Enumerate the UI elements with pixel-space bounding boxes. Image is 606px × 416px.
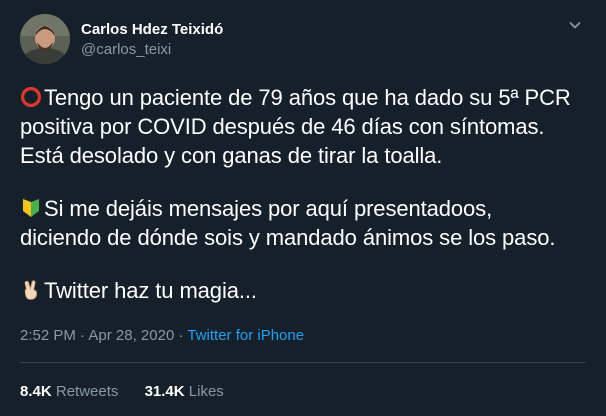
avatar[interactable] (20, 14, 70, 64)
tweet-line-text: Twitter haz tu magia... (44, 278, 257, 303)
red-circle-icon (21, 87, 41, 107)
retweets-stat[interactable]: 8.4K Retweets (20, 382, 118, 401)
user-handle[interactable]: @carlos_teixi (81, 40, 223, 59)
likes-count: 31.4K (144, 383, 185, 400)
tweet-card: Carlos Hdez Teixidó @carlos_teixi Tengo … (0, 0, 606, 416)
tweet-source-link[interactable]: Twitter for iPhone (187, 327, 304, 344)
tweet-line: Si me dejáis mensajes por aquí presentad… (20, 194, 586, 223)
tweet-paragraph: Tengo un paciente de 79 años que ha dado… (20, 83, 586, 170)
divider (20, 362, 586, 363)
tweet-line: Está desolado y con ganas de tirar la to… (20, 143, 443, 168)
tweet-line: diciendo de dónde sois y mandado ánimos … (20, 225, 556, 250)
victory-hand-icon (24, 280, 38, 300)
chevron-down-icon[interactable] (565, 15, 585, 35)
tweet-line: Twitter haz tu magia... (20, 276, 586, 305)
tweet-line: positiva por COVID después de 46 días co… (20, 114, 545, 139)
retweets-count: 8.4K (20, 383, 52, 400)
display-name[interactable]: Carlos Hdez Teixidó (81, 20, 223, 39)
meta-separator: · (174, 327, 188, 344)
tweet-meta: 2:52 PM · Apr 28, 2020 · Twitter for iPh… (20, 326, 586, 345)
tweet-line: Tengo un paciente de 79 años que ha dado… (20, 83, 586, 112)
tweet-time[interactable]: 2:52 PM (20, 327, 76, 344)
meta-separator: · (75, 327, 89, 344)
tweet-stats: 8.4K Retweets 31.4K Likes (20, 382, 246, 401)
tweet-line-text: Si me dejáis mensajes por aquí presentad… (44, 196, 493, 221)
likes-label: Likes (188, 383, 224, 400)
retweets-label: Retweets (55, 383, 119, 400)
tweet-paragraph: Si me dejáis mensajes por aquí presentad… (20, 194, 586, 252)
likes-stat[interactable]: 31.4K Likes (145, 382, 224, 401)
tweet-text: Tengo un paciente de 79 años que ha dado… (20, 83, 586, 305)
author-block: Carlos Hdez Teixidó @carlos_teixi (81, 20, 223, 59)
tweet-paragraph: Twitter haz tu magia... (20, 276, 586, 305)
tweet-header: Carlos Hdez Teixidó @carlos_teixi (20, 13, 586, 65)
avatar-photo (20, 14, 70, 64)
tweet-line-text: Tengo un paciente de 79 años que ha dado… (44, 85, 571, 110)
japanese-beginner-symbol-icon (23, 199, 39, 217)
tweet-date[interactable]: Apr 28, 2020 (88, 327, 174, 344)
